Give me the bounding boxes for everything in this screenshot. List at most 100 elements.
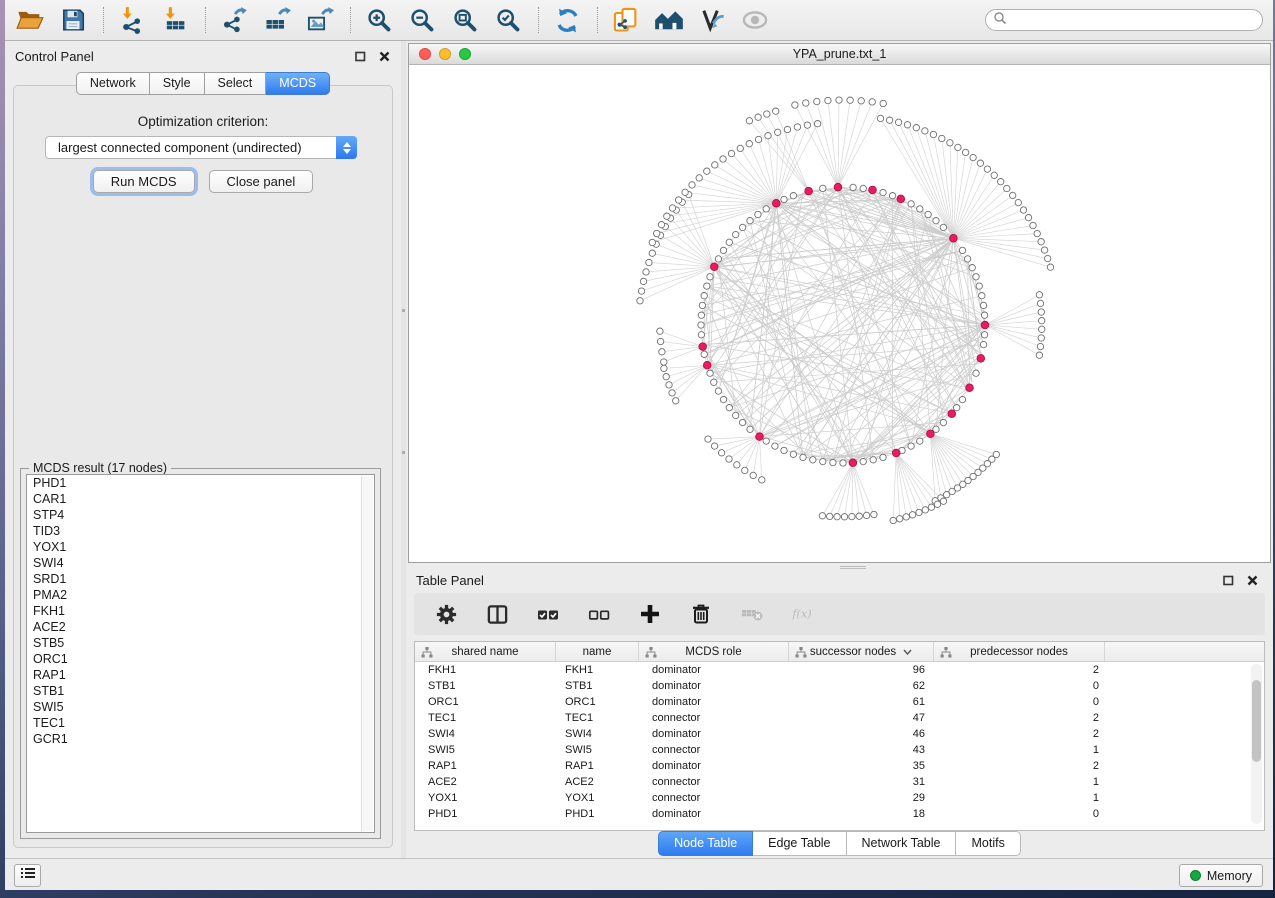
table-scrollbar-thumb[interactable] [1252, 680, 1261, 762]
graph-node[interactable] [903, 514, 909, 520]
graph-node[interactable] [933, 218, 939, 224]
graph-node[interactable] [897, 516, 903, 522]
graph-node[interactable] [739, 224, 745, 230]
network-from-selection-icon[interactable] [611, 5, 641, 35]
graph-node[interactable] [704, 168, 710, 174]
select-all-icon[interactable] [536, 602, 560, 626]
graph-node[interactable] [765, 133, 771, 139]
graph-node[interactable] [726, 405, 732, 411]
graph-hub-node[interactable] [927, 430, 935, 438]
automation-panel-button[interactable] [14, 864, 41, 887]
window-minimize-light[interactable] [439, 48, 451, 60]
graph-node[interactable] [1041, 247, 1047, 253]
cell-predecessor-nodes[interactable]: 1 [934, 742, 1105, 758]
close-table-panel-icon[interactable] [1245, 573, 1259, 587]
graph-hub-node[interactable] [897, 195, 905, 203]
cell-shared-name[interactable]: SWI5 [415, 742, 556, 758]
graph-node[interactable] [720, 156, 726, 162]
cell-shared-name[interactable]: ORC1 [415, 694, 556, 710]
graph-node[interactable] [947, 140, 953, 146]
graph-node[interactable] [689, 182, 695, 188]
cell-successor-nodes[interactable]: 18 [789, 806, 934, 822]
graph-node[interactable] [928, 504, 934, 510]
graph-node[interactable] [707, 370, 713, 376]
network-canvas[interactable] [409, 65, 1270, 562]
graph-node[interactable] [820, 458, 826, 464]
export-network-icon[interactable] [219, 5, 249, 35]
graph-node[interactable] [940, 224, 946, 230]
graph-node[interactable] [720, 247, 726, 253]
graph-node[interactable] [1037, 300, 1043, 306]
table-row[interactable]: YOX1YOX1connector291 [415, 790, 1264, 806]
graph-node[interactable] [886, 117, 892, 123]
graph-node[interactable] [661, 359, 667, 365]
graph-node[interactable] [764, 111, 770, 117]
graph-hub-node[interactable] [948, 410, 956, 418]
export-table-icon[interactable] [262, 5, 292, 35]
mcds-result-item[interactable]: FKH1 [27, 603, 374, 619]
graph-node[interactable] [1045, 255, 1051, 261]
cell-name[interactable]: STB1 [556, 678, 639, 694]
graph-node[interactable] [715, 388, 721, 394]
cell-predecessor-nodes[interactable]: 0 [934, 678, 1105, 694]
graph-node[interactable] [747, 218, 753, 224]
graph-node[interactable] [712, 162, 718, 168]
graph-node[interactable] [917, 438, 923, 444]
graph-node[interactable] [1010, 192, 1016, 198]
graph-node[interactable] [863, 512, 869, 518]
graph-node[interactable] [705, 436, 711, 442]
graph-node[interactable] [803, 100, 809, 106]
graph-node[interactable] [781, 196, 787, 202]
graph-hub-node[interactable] [977, 355, 985, 363]
graph-node[interactable] [790, 193, 796, 199]
graph-node[interactable] [849, 513, 855, 519]
graph-node[interactable] [820, 185, 826, 191]
graph-node[interactable] [959, 247, 965, 253]
graph-node[interactable] [814, 121, 820, 127]
graph-node[interactable] [669, 205, 675, 211]
cell-successor-nodes[interactable]: 35 [789, 758, 934, 774]
graph-node[interactable] [701, 293, 707, 299]
tab-node-table[interactable]: Node Table [658, 831, 753, 856]
graph-node[interactable] [970, 154, 976, 160]
graph-node[interactable] [755, 211, 761, 217]
vizmapper-icon[interactable] [697, 5, 727, 35]
graph-node[interactable] [763, 438, 769, 444]
cell-successor-nodes[interactable]: 47 [789, 710, 934, 726]
graph-node[interactable] [654, 230, 660, 236]
graph-node[interactable] [976, 283, 982, 289]
graph-node[interactable] [959, 396, 965, 402]
toggle-panel-icon[interactable] [485, 602, 509, 626]
graph-hub-node[interactable] [869, 186, 877, 194]
graph-node[interactable] [973, 274, 979, 280]
graph-node[interactable] [980, 341, 986, 347]
graph-node[interactable] [755, 114, 761, 120]
cell-name[interactable]: SWI4 [556, 726, 639, 742]
graph-node[interactable] [847, 97, 853, 103]
network-window-titlebar[interactable]: YPA_prune.txt_1 [409, 44, 1270, 65]
zoom-in-icon[interactable] [364, 5, 394, 35]
window-close-light[interactable] [419, 48, 431, 60]
graph-hub-node[interactable] [699, 343, 707, 351]
table-settings-icon[interactable] [434, 602, 458, 626]
graph-node[interactable] [763, 206, 769, 212]
graph-node[interactable] [964, 256, 970, 262]
graph-node[interactable] [1004, 185, 1010, 191]
graph-node[interactable] [913, 125, 919, 131]
mcds-result-item[interactable]: PHD1 [27, 475, 374, 491]
graph-node[interactable] [973, 370, 979, 376]
graph-node[interactable] [939, 135, 945, 141]
optimization-criterion-dropdown[interactable]: largest connected component (undirected) [45, 136, 357, 159]
mcds-list-scrollbar[interactable] [361, 476, 373, 831]
export-image-icon[interactable] [305, 5, 335, 35]
graph-node[interactable] [880, 189, 886, 195]
graph-node[interactable] [836, 97, 842, 103]
graph-node[interactable] [834, 514, 840, 520]
graph-node[interactable] [698, 312, 704, 318]
cell-predecessor-nodes[interactable]: 2 [934, 710, 1105, 726]
graph-node[interactable] [666, 382, 672, 388]
zoom-out-icon[interactable] [407, 5, 437, 35]
graph-node[interactable] [1034, 230, 1040, 236]
cell-MCDS-role[interactable]: dominator [639, 758, 789, 774]
graph-node[interactable] [998, 179, 1004, 185]
